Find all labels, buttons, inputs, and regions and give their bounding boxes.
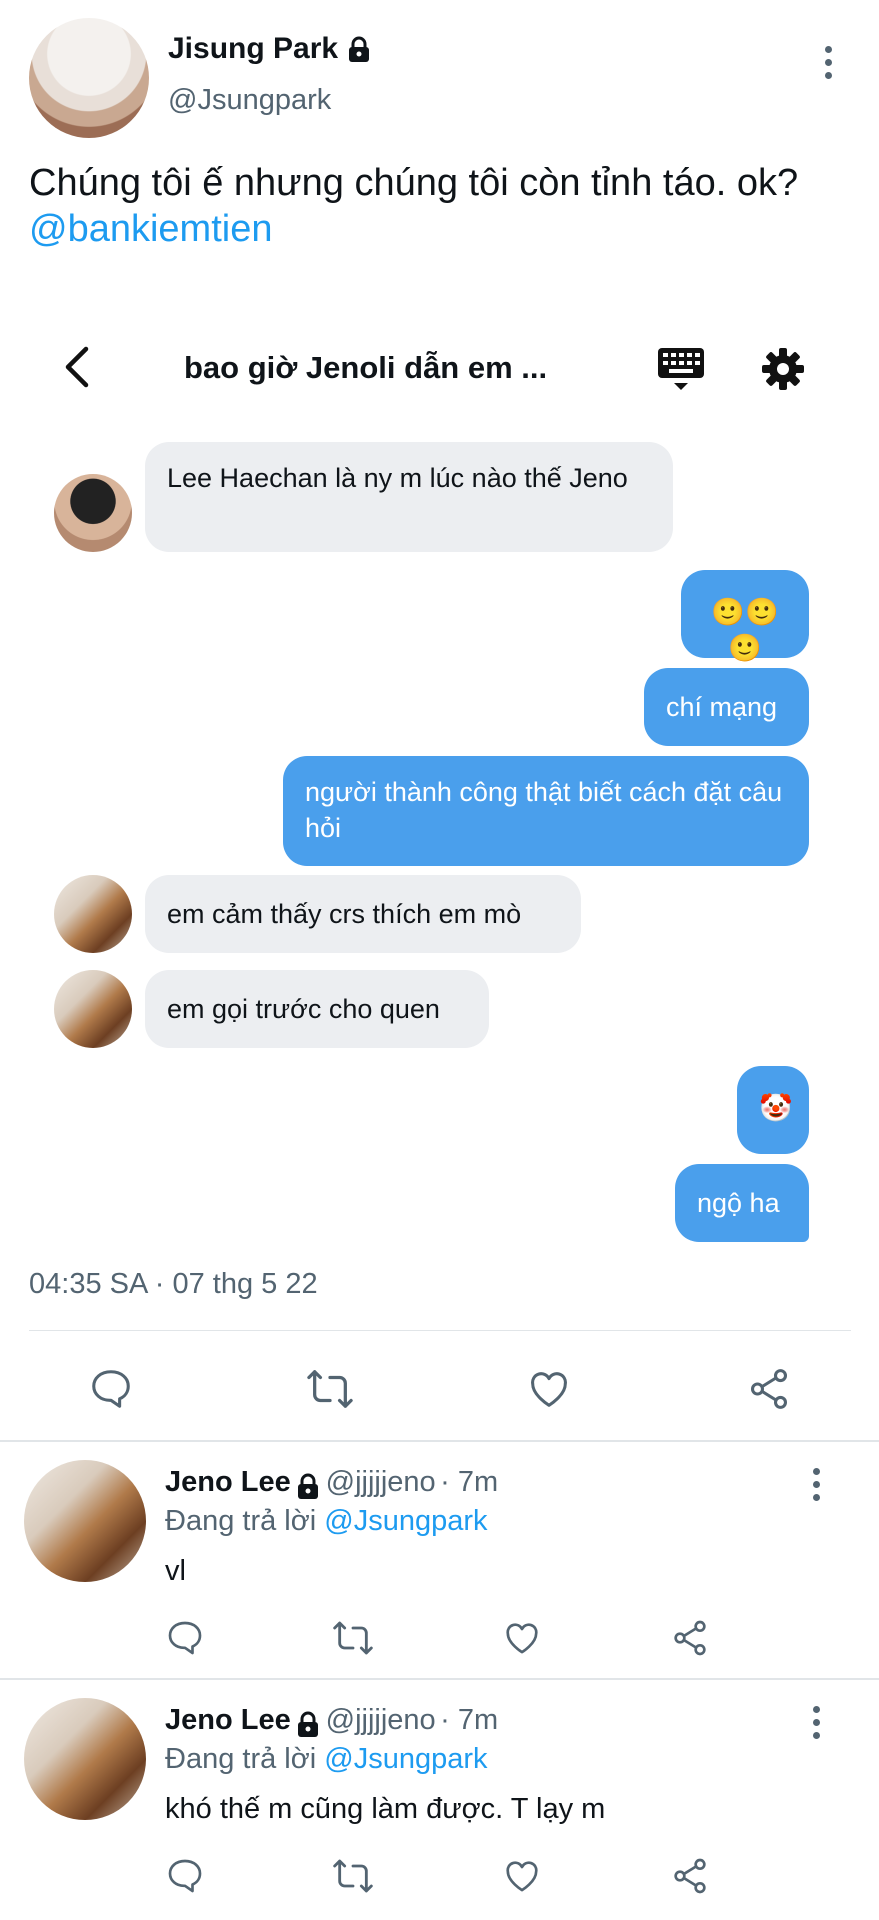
like-icon[interactable]	[502, 1618, 542, 1658]
dm-avatar	[54, 875, 132, 953]
more-icon[interactable]	[823, 46, 833, 79]
tweet-body: Chúng tôi ế nhưng chúng tôi còn tỉnh táo…	[29, 162, 799, 204]
dm-message: ngộ ha	[675, 1164, 809, 1242]
author-name-row[interactable]: Jisung Park	[168, 32, 372, 66]
dm-message: em gọi trước cho quen	[145, 970, 489, 1048]
reply-avatar[interactable]	[24, 1460, 146, 1582]
replying-to: Đang trả lời @Jsungpark	[165, 1743, 488, 1776]
keyboard-icon[interactable]	[657, 346, 705, 394]
share-icon[interactable]	[746, 1366, 792, 1412]
replying-to: Đang trả lời @Jsungpark	[165, 1505, 488, 1538]
section-divider	[0, 1440, 879, 1442]
reply-text: vl	[165, 1555, 186, 1587]
dm-message: 🤡	[737, 1066, 809, 1154]
replying-label: Đang trả lời	[165, 1505, 317, 1537]
reply-icon[interactable]	[165, 1856, 205, 1896]
author-name[interactable]: Jisung Park	[168, 32, 338, 65]
more-icon[interactable]	[811, 1706, 821, 1739]
dm-title: bao giờ Jenoli dẫn em ...	[184, 350, 548, 385]
reply-time: · 7m	[440, 1466, 499, 1498]
reply-header[interactable]: Jeno Lee @jjjjjeno · 7m	[165, 1466, 498, 1501]
dm-message: 🙂🙂🙂	[681, 570, 809, 663]
reply-header[interactable]: Jeno Lee @jjjjjeno · 7m	[165, 1704, 498, 1739]
more-icon[interactable]	[811, 1468, 821, 1501]
reply-author-name[interactable]: Jeno Lee	[165, 1466, 291, 1498]
retweet-icon[interactable]	[331, 1618, 375, 1658]
reply-avatar[interactable]	[24, 1698, 146, 1820]
like-icon[interactable]	[502, 1856, 542, 1896]
author-handle[interactable]: @Jsungpark	[168, 84, 331, 117]
replying-handle[interactable]: @Jsungpark	[324, 1505, 487, 1537]
reply-text: khó thế m cũng làm được. T lạy m	[165, 1793, 606, 1825]
retweet-icon[interactable]	[331, 1856, 375, 1896]
reply-time: · 7m	[440, 1704, 499, 1736]
back-arrow-icon[interactable]	[60, 345, 92, 389]
dm-message: em cảm thấy crs thích em mò	[145, 875, 581, 953]
lock-icon	[349, 36, 370, 63]
tweet-text: Chúng tôi ế nhưng chúng tôi còn tỉnh táo…	[29, 160, 849, 252]
share-icon[interactable]	[670, 1856, 710, 1896]
lock-icon	[298, 1711, 319, 1737]
reply-author-handle[interactable]: @jjjjjeno	[326, 1466, 436, 1498]
author-avatar[interactable]	[29, 18, 149, 138]
tweet-timestamp: 04:35 SA · 07 thg 5 22	[29, 1268, 318, 1300]
dm-avatar	[54, 970, 132, 1048]
gear-icon[interactable]	[760, 346, 806, 392]
replying-handle[interactable]: @Jsungpark	[324, 1743, 487, 1775]
reply-icon[interactable]	[165, 1618, 205, 1658]
tweet-mention[interactable]: @bankiemtien	[29, 206, 849, 252]
replying-label: Đang trả lời	[165, 1743, 317, 1775]
lock-icon	[298, 1473, 319, 1499]
dm-message: Lee Haechan là ny m lúc nào thế Jeno	[145, 442, 673, 552]
retweet-icon[interactable]	[305, 1366, 355, 1412]
dm-avatar	[54, 474, 132, 552]
dm-message: người thành công thật biết cách đặt câu …	[283, 756, 809, 866]
reply-author-name[interactable]: Jeno Lee	[165, 1704, 291, 1736]
reply-divider	[0, 1678, 879, 1680]
reply-author-handle[interactable]: @jjjjjeno	[326, 1704, 436, 1736]
reply-icon[interactable]	[88, 1366, 134, 1412]
dm-message: chí mạng	[644, 668, 809, 746]
divider	[29, 1330, 851, 1331]
like-icon[interactable]	[526, 1366, 572, 1412]
share-icon[interactable]	[670, 1618, 710, 1658]
